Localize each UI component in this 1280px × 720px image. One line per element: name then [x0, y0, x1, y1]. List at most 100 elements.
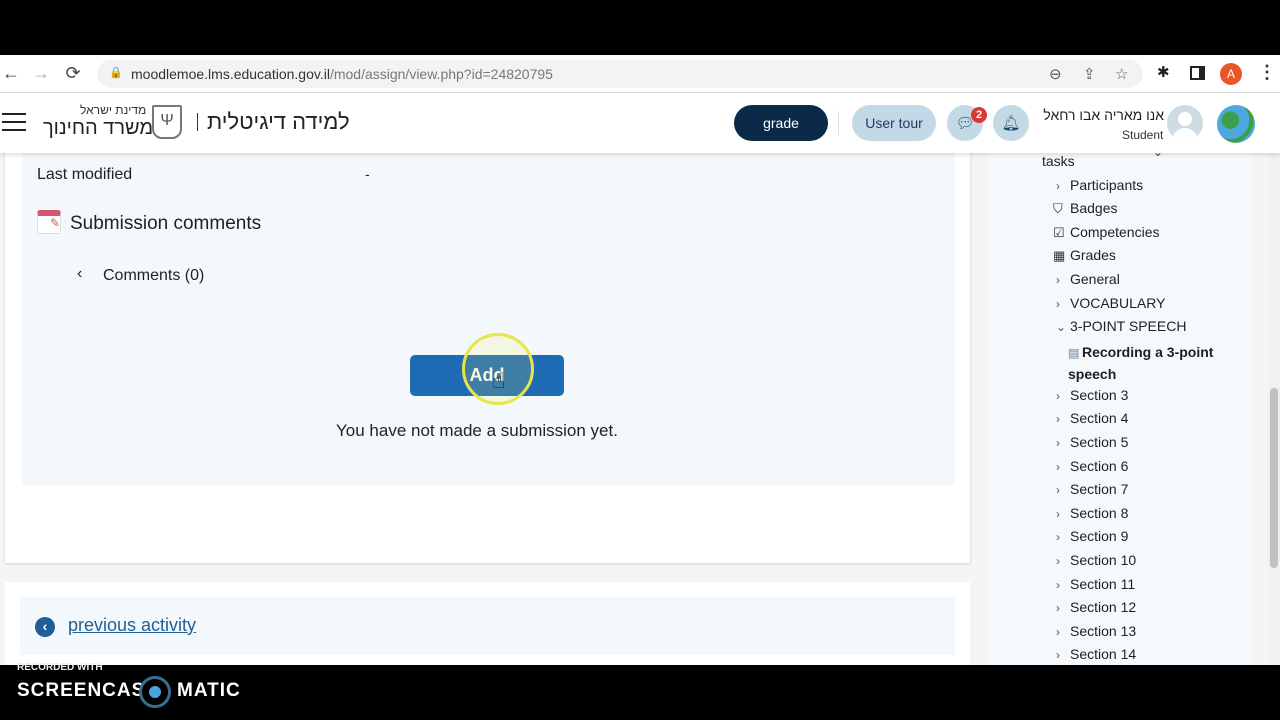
- submission-panel: Last modified - ✎ Submission comments ‹ …: [22, 153, 955, 485]
- chevron-right-icon: ›: [1056, 577, 1060, 592]
- user-tour-button[interactable]: User tour: [852, 105, 936, 141]
- chevron-right-icon: ›: [1056, 296, 1060, 311]
- lock-icon: 🔒: [109, 67, 123, 79]
- profile-avatar[interactable]: A: [1220, 63, 1242, 85]
- course-index-item[interactable]: › Section 6: [1056, 458, 1128, 474]
- assignment-icon: ▤: [1068, 345, 1080, 360]
- course-index-label: Section 12: [1070, 599, 1137, 616]
- ministry-top-text: מדינת ישראל: [80, 103, 147, 117]
- course-index-label: Grades: [1070, 247, 1116, 264]
- collapse-chevron-icon[interactable]: ⌄: [1153, 153, 1163, 159]
- user-avatar[interactable]: [1167, 105, 1203, 141]
- share-icon[interactable]: ⇪: [1083, 65, 1096, 83]
- course-index-item[interactable]: › Section 9: [1056, 528, 1128, 544]
- course-index-label: Section 11: [1070, 575, 1136, 592]
- chevron-right-icon: ›: [1056, 506, 1060, 521]
- course-index-label: Section 9: [1070, 528, 1129, 545]
- course-index-label: Section 3: [1070, 386, 1129, 403]
- reload-icon[interactable]: ⟳: [62, 63, 84, 84]
- course-index-item[interactable]: › Section 5: [1056, 434, 1128, 450]
- course-index-item[interactable]: › Section 14: [1056, 646, 1136, 662]
- course-index-item[interactable]: ⌄ 3-POINT SPEECH: [1056, 318, 1186, 334]
- back-icon[interactable]: ←: [0, 63, 22, 84]
- course-index-label: Section 7: [1070, 481, 1129, 498]
- course-index-item[interactable]: › Participants: [1056, 177, 1143, 193]
- course-index-label: Section 14: [1070, 646, 1137, 663]
- course-index-item[interactable]: › Section 3: [1056, 387, 1128, 403]
- chevron-right-icon: ›: [1056, 436, 1060, 450]
- course-index-item[interactable]: › Section 4: [1056, 410, 1128, 426]
- course-index-item[interactable]: ▦ Grades: [1053, 247, 1116, 264]
- page-content: Last modified - ✎ Submission comments ‹ …: [0, 153, 1268, 665]
- user-role: Student: [1122, 128, 1164, 142]
- page-scrollbar[interactable]: [1268, 93, 1280, 665]
- course-index-item[interactable]: › Section 7: [1056, 481, 1128, 497]
- previous-activity-link[interactable]: previous activity: [68, 615, 196, 636]
- menu-kebab-icon[interactable]: ⋮: [1258, 62, 1276, 83]
- site-header: מדינת ישראל משרד החינוך Ψ למידה דיגיטלית…: [0, 93, 1280, 153]
- activity-navigation-card: ‹ previous activity: [5, 582, 970, 665]
- badge-shield-icon: ⛉: [1053, 201, 1063, 217]
- url-host: moodlemoe.lms.education.gov.il: [131, 66, 330, 82]
- course-index-label: Competencies: [1070, 223, 1160, 240]
- watermark-recorded-with: RECORDED WITH: [17, 662, 103, 673]
- extensions-icon[interactable]: ✱: [1157, 63, 1170, 81]
- course-index-label: Section 4: [1070, 410, 1129, 427]
- messages-badge: 2: [971, 107, 987, 123]
- previous-chevron-icon[interactable]: ‹: [35, 617, 55, 637]
- course-index-label: 3-POINT SPEECH: [1070, 318, 1187, 335]
- course-index-item[interactable]: ☑ Competencies: [1053, 224, 1160, 241]
- scrollbar-thumb[interactable]: [1270, 388, 1278, 568]
- checkbox-icon: ☑: [1053, 224, 1065, 240]
- grades-table-icon: ▦: [1053, 248, 1066, 264]
- grade-button[interactable]: grade: [734, 105, 828, 141]
- video-letterbox-bottom: RECORDED WITH SCREENCAST MATIC: [0, 662, 1280, 720]
- course-index-item[interactable]: › Section 13: [1056, 623, 1136, 639]
- course-index-item[interactable]: ▤ Recording a 3-point speech: [1068, 342, 1218, 385]
- course-index-label: Badges: [1070, 200, 1118, 217]
- address-bar[interactable]: 🔒 moodlemoe.lms.education.gov.il/mod/ass…: [97, 60, 1143, 88]
- forward-icon[interactable]: →: [30, 63, 52, 84]
- course-index-label: Section 8: [1070, 504, 1129, 521]
- chevron-right-icon: ›: [1056, 624, 1060, 639]
- course-index-label: Section 13: [1070, 622, 1137, 639]
- course-index-item[interactable]: › Section 11: [1056, 576, 1135, 592]
- course-index-item[interactable]: › Section 8: [1056, 505, 1128, 521]
- course-index-item[interactable]: › General: [1056, 271, 1120, 287]
- side-panel-icon[interactable]: [1190, 66, 1205, 80]
- url-path: /mod/assign/view.php?id=24820795: [329, 66, 553, 82]
- course-index-item[interactable]: › VOCABULARY: [1056, 295, 1165, 311]
- zoom-icon[interactable]: ⊖: [1049, 65, 1062, 83]
- language-globe-icon[interactable]: [1217, 105, 1255, 143]
- course-index-item[interactable]: tasks: [1042, 153, 1075, 169]
- site-title[interactable]: למידה דיגיטלית: [207, 109, 350, 135]
- course-index-label: Recording a 3-point speech: [1068, 343, 1214, 382]
- hand-cursor-icon: ☝︎: [492, 368, 506, 393]
- notifications-bell-icon[interactable]: 🔔︎: [993, 105, 1029, 141]
- chevron-left-icon[interactable]: ‹: [77, 265, 82, 283]
- course-index-item[interactable]: › Section 12: [1056, 599, 1136, 615]
- submission-status-card: Last modified - ✎ Submission comments ‹ …: [5, 153, 970, 563]
- bookmark-star-icon[interactable]: ☆: [1115, 65, 1128, 83]
- chevron-right-icon: ›: [1056, 483, 1060, 498]
- submission-comments-heading: Submission comments: [70, 213, 262, 234]
- chevron-right-icon: ›: [1056, 273, 1060, 287]
- url-text[interactable]: moodlemoe.lms.education.gov.il/mod/assig…: [131, 66, 553, 82]
- course-index-label: Section 10: [1070, 552, 1137, 568]
- course-index-label: Participants: [1070, 176, 1144, 193]
- course-index-label: General: [1070, 271, 1120, 287]
- comments-notepad-icon: ✎: [37, 210, 61, 234]
- last-modified-value: -: [365, 166, 370, 182]
- chevron-right-icon: ›: [1056, 554, 1060, 568]
- course-index-label: Section 5: [1070, 434, 1129, 450]
- hamburger-menu-icon[interactable]: [2, 113, 26, 131]
- browser-toolbar: ← → ⟳ 🔒 moodlemoe.lms.education.gov.il/m…: [0, 55, 1280, 93]
- ministry-name: משרד החינוך: [43, 117, 154, 139]
- chevron-down-icon: ⌄: [1056, 320, 1067, 335]
- chevron-right-icon: ›: [1056, 648, 1060, 663]
- activity-navigation: ‹ previous activity: [20, 597, 955, 655]
- course-index-item[interactable]: ⛉ Badges: [1053, 200, 1117, 217]
- course-index-item[interactable]: › Section 10: [1056, 552, 1136, 568]
- user-name[interactable]: אנו מאריה אבו רחאל: [1040, 107, 1164, 123]
- comments-toggle[interactable]: Comments (0): [103, 267, 204, 285]
